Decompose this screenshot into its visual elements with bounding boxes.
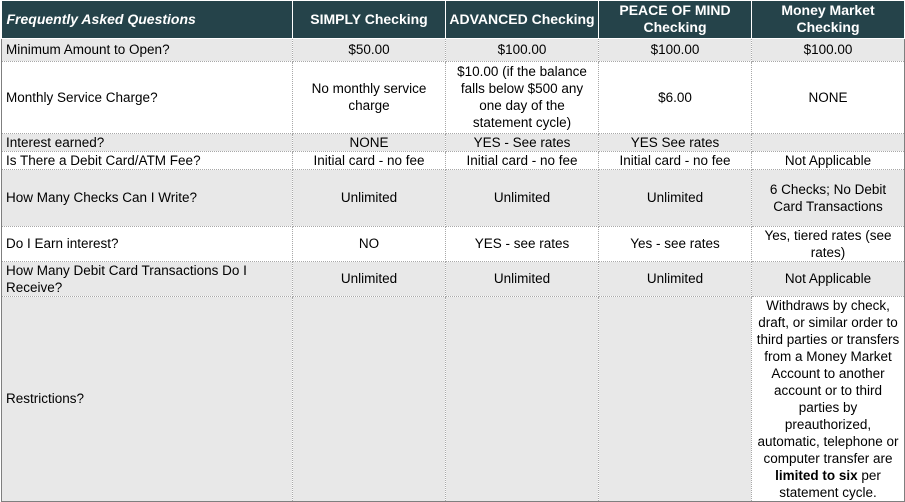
mm-restrictions-cell: Withdraws by check, draft, or similar or… xyxy=(751,296,905,502)
simply-cell: NO xyxy=(292,226,446,262)
simply-cell: No monthly service charge xyxy=(292,61,446,134)
advanced-cell: Unlimited xyxy=(445,169,599,227)
peace-cell xyxy=(598,296,752,502)
table-row: Is There a Debit Card/ATM Fee? Initial c… xyxy=(1,151,905,170)
peace-cell: $100.00 xyxy=(598,38,752,62)
table-row: Interest earned? NONE YES - See rates YE… xyxy=(1,133,905,152)
header-advanced-checking: ADVANCED Checking xyxy=(445,1,599,39)
advanced-cell: Initial card - no fee xyxy=(445,151,599,170)
header-questions: Frequently Asked Questions xyxy=(1,1,293,39)
mm-cell: Not Applicable xyxy=(751,261,905,297)
header-money-market-checking: Money Market Checking xyxy=(751,1,905,39)
header-peace-of-mind-checking: PEACE OF MIND Checking xyxy=(598,1,752,39)
advanced-cell: $100.00 xyxy=(445,38,599,62)
header-peace-line1: PEACE OF MIND xyxy=(619,2,731,19)
question-cell: Restrictions? xyxy=(1,296,293,502)
simply-cell: $50.00 xyxy=(292,38,446,62)
mm-cell: Not Applicable xyxy=(751,151,905,170)
mm-cell: $100.00 xyxy=(751,38,905,62)
question-cell: How Many Debit Card Transactions Do I Re… xyxy=(1,261,293,297)
table-row: How Many Checks Can I Write? Unlimited U… xyxy=(1,169,905,227)
question-cell: Interest earned? xyxy=(1,133,293,152)
mm-cell: 6 Checks; No Debit Card Transactions xyxy=(751,169,905,227)
header-mm-line1: Money Market xyxy=(781,2,875,19)
table-row: Restrictions? Withdraws by check, draft,… xyxy=(1,296,905,502)
peace-cell: Unlimited xyxy=(598,261,752,297)
peace-cell: Unlimited xyxy=(598,169,752,227)
question-cell: Do I Earn interest? xyxy=(1,226,293,262)
mm-cell: NONE xyxy=(751,61,905,134)
peace-cell: $6.00 xyxy=(598,61,752,134)
simply-cell: Unlimited xyxy=(292,169,446,227)
advanced-cell: Unlimited xyxy=(445,261,599,297)
header-peace-line2: Checking xyxy=(643,19,707,36)
table-row: Minimum Amount to Open? $50.00 $100.00 $… xyxy=(1,38,905,62)
mm-restrictions-text: Withdraws by check, draft, or similar or… xyxy=(756,297,900,466)
header-simply-checking: SIMPLY Checking xyxy=(292,1,446,39)
header-row: Frequently Asked Questions SIMPLY Checki… xyxy=(1,1,905,39)
table-row: Monthly Service Charge? No monthly servi… xyxy=(1,61,905,134)
mm-cell xyxy=(751,133,905,152)
simply-cell: Initial card - no fee xyxy=(292,151,446,170)
simply-cell xyxy=(292,296,446,502)
table-row: How Many Debit Card Transactions Do I Re… xyxy=(1,261,905,297)
advanced-cell: YES - see rates xyxy=(445,226,599,262)
simply-cell: Unlimited xyxy=(292,261,446,297)
advanced-cell: $10.00 (if the balance falls below $500 … xyxy=(445,61,599,134)
peace-cell: Initial card - no fee xyxy=(598,151,752,170)
table-row: Do I Earn interest? NO YES - see rates Y… xyxy=(1,226,905,262)
faq-comparison-table: Frequently Asked Questions SIMPLY Checki… xyxy=(1,1,905,502)
question-cell: Monthly Service Charge? xyxy=(1,61,293,134)
question-cell: How Many Checks Can I Write? xyxy=(1,169,293,227)
header-mm-line2: Checking xyxy=(796,19,860,36)
mm-cell: Yes, tiered rates (see rates) xyxy=(751,226,905,262)
simply-cell: NONE xyxy=(292,133,446,152)
mm-restrictions-limit: limited to six xyxy=(775,467,858,483)
peace-cell: YES See rates xyxy=(598,133,752,152)
advanced-cell: YES - See rates xyxy=(445,133,599,152)
question-cell: Is There a Debit Card/ATM Fee? xyxy=(1,151,293,170)
advanced-cell xyxy=(445,296,599,502)
peace-cell: Yes - see rates xyxy=(598,226,752,262)
question-cell: Minimum Amount to Open? xyxy=(1,38,293,62)
